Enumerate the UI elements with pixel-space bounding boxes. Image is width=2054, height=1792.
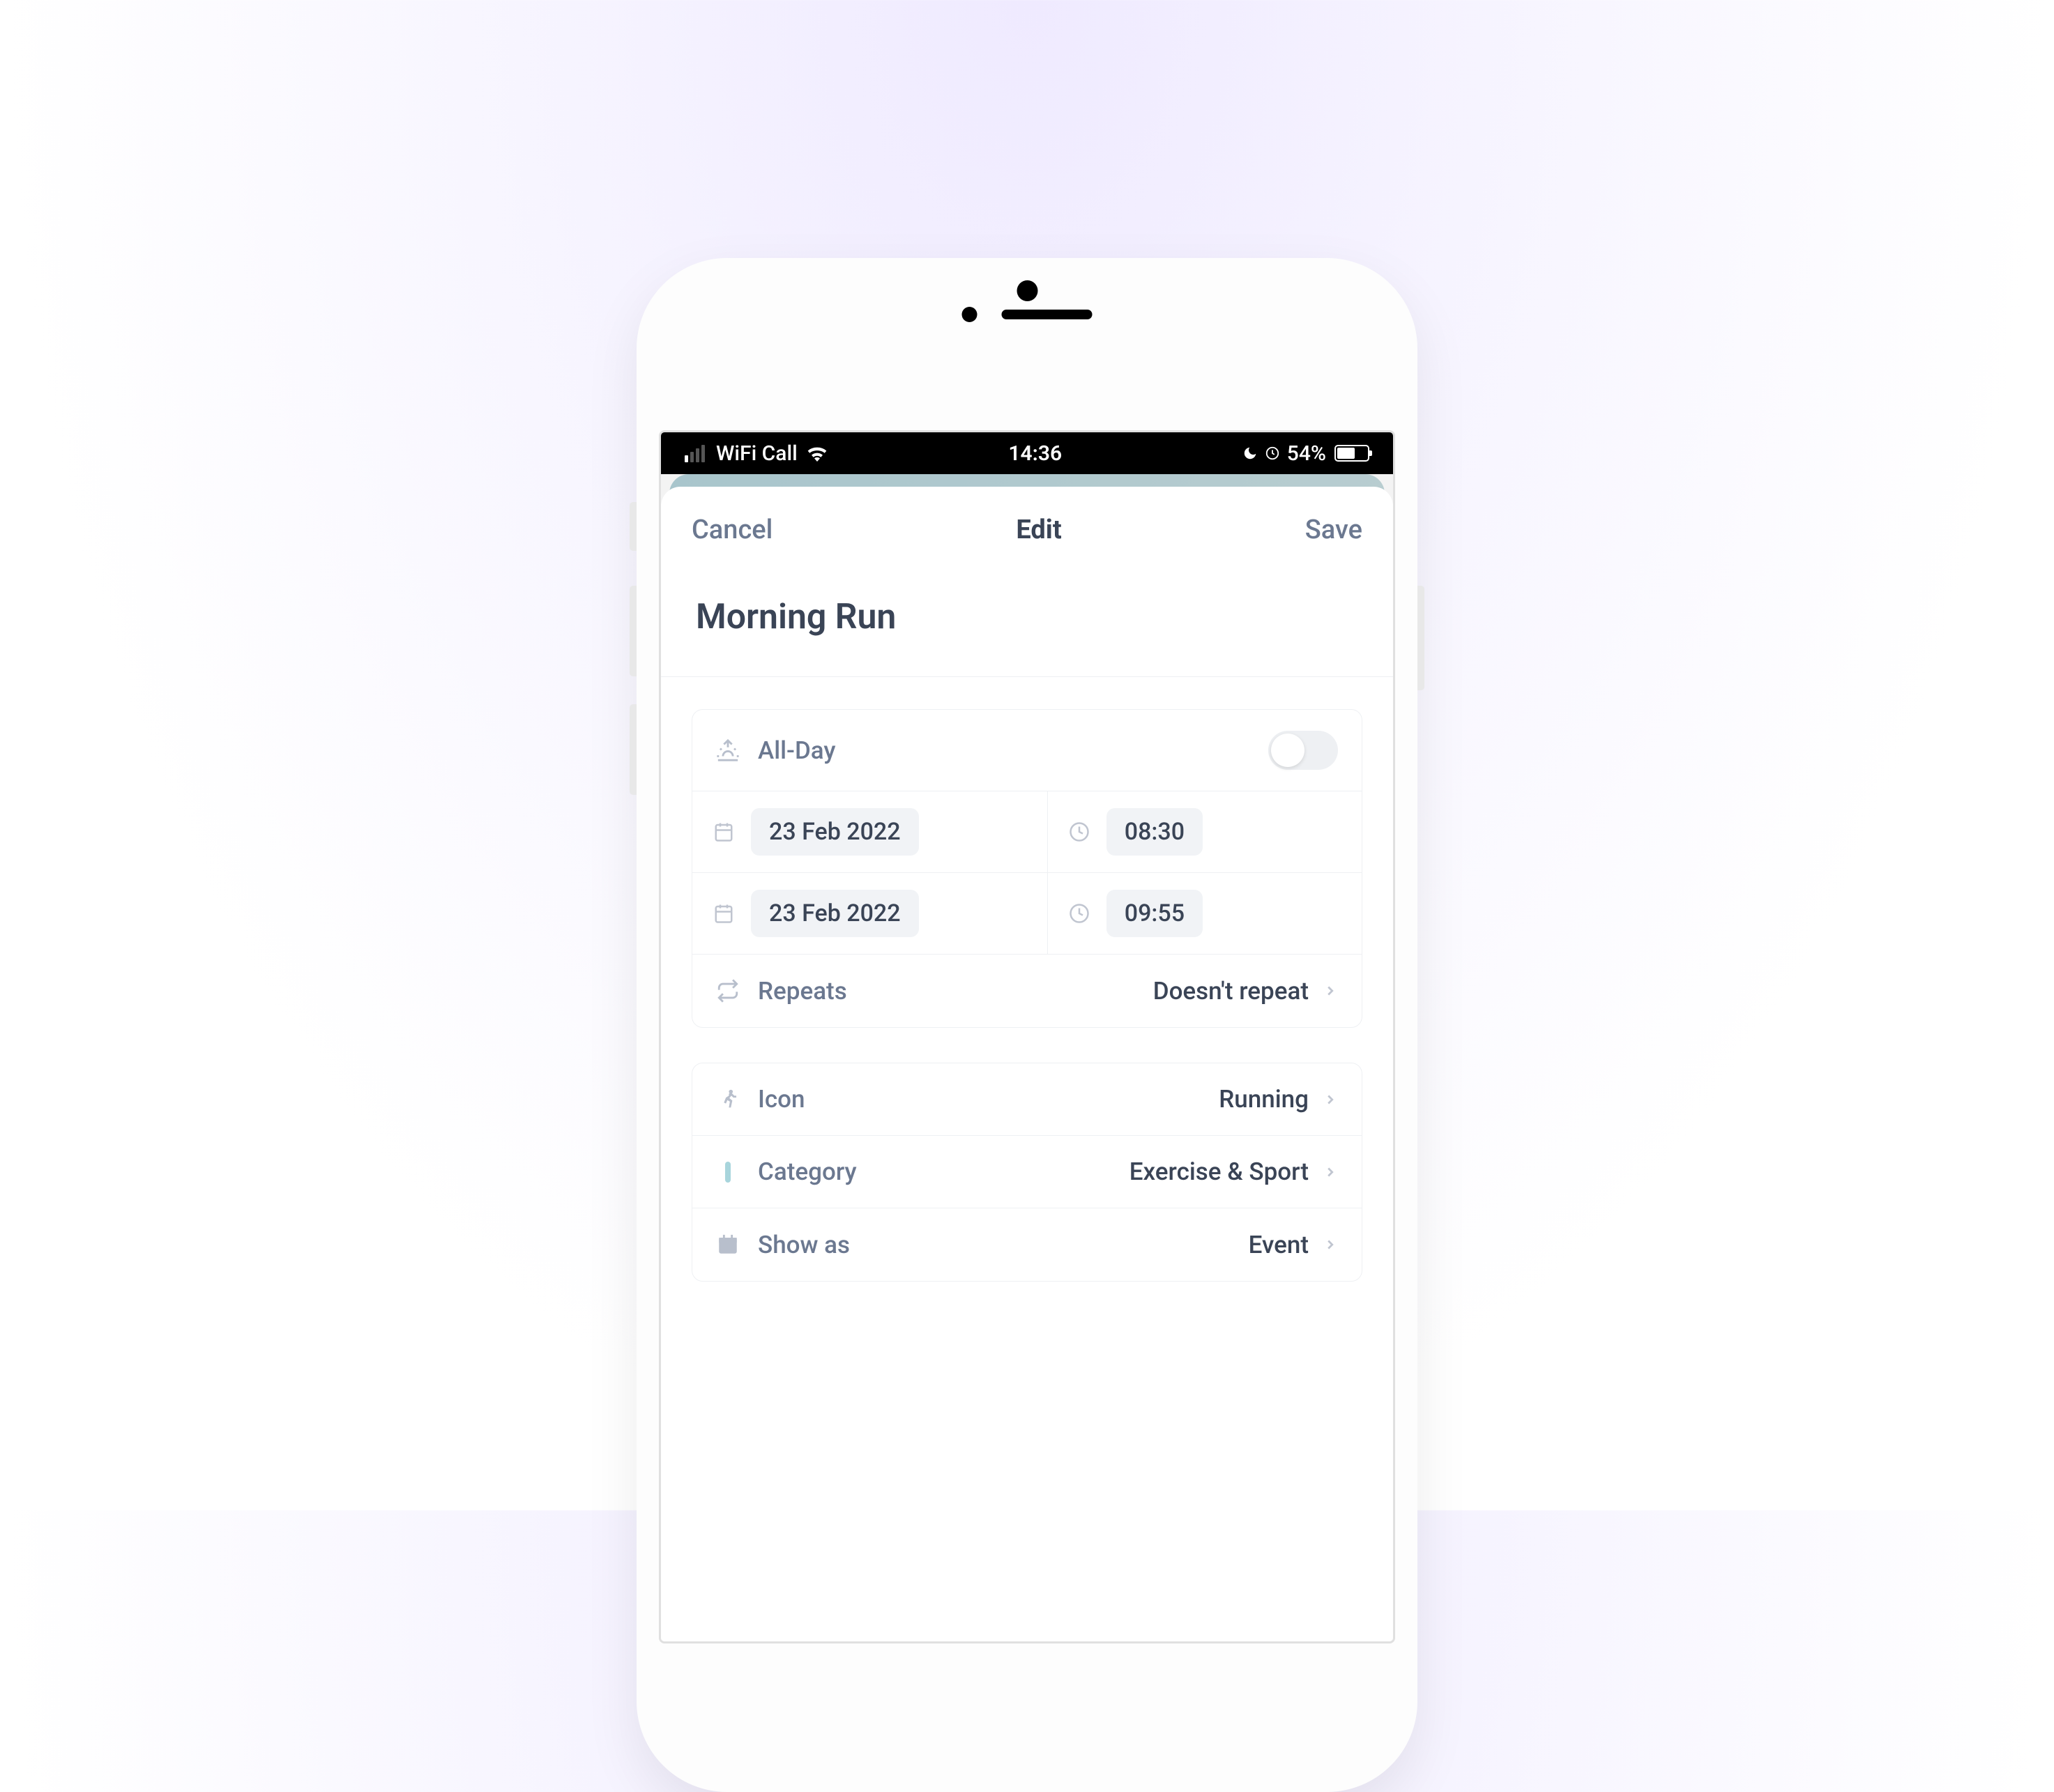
icon-row[interactable]: Icon Running	[692, 1063, 1362, 1136]
edit-event-modal: Cancel Edit Save Morning Run All-Day	[661, 487, 1393, 1641]
phone-volume-up	[630, 586, 637, 676]
start-time-cell[interactable]: 08:30	[1048, 791, 1362, 872]
chevron-right-icon	[1323, 1164, 1338, 1180]
category-label: Category	[758, 1157, 1129, 1186]
category-color-icon	[716, 1160, 740, 1184]
repeats-value: Doesn't repeat	[1153, 977, 1309, 1005]
moon-icon	[1242, 446, 1258, 461]
phone-mockup: WiFi Call 14:36 54%	[637, 258, 1417, 1792]
chevron-right-icon	[1323, 1092, 1338, 1107]
calendar-icon	[713, 903, 734, 924]
running-icon	[716, 1088, 740, 1111]
phone-mute-switch	[630, 502, 637, 551]
phone-sensor-cluster	[962, 307, 1093, 322]
calendar-event-icon	[716, 1233, 740, 1256]
modal-title: Edit	[1016, 515, 1061, 545]
icon-value: Running	[1219, 1085, 1309, 1114]
front-camera-icon	[1017, 280, 1037, 301]
status-bar: WiFi Call 14:36 54%	[661, 432, 1393, 474]
chevron-right-icon	[1323, 1237, 1338, 1252]
battery-percent: 54%	[1287, 441, 1326, 466]
proximity-sensor-icon	[962, 307, 977, 322]
details-section: Icon Running Category Exercise & Sport	[692, 1063, 1362, 1282]
category-value: Exercise & Sport	[1129, 1157, 1309, 1186]
status-time: 14:36	[1008, 441, 1062, 466]
clock-icon	[1069, 903, 1090, 924]
start-date-cell[interactable]: 23 Feb 2022	[692, 791, 1048, 872]
divider	[661, 676, 1393, 677]
sunrise-icon	[716, 738, 740, 762]
showas-label: Show as	[758, 1231, 1249, 1259]
event-title-input[interactable]: Morning Run	[661, 568, 1393, 676]
showas-value: Event	[1249, 1231, 1309, 1259]
end-date-cell[interactable]: 23 Feb 2022	[692, 873, 1048, 954]
rotation-lock-icon	[1265, 446, 1280, 461]
earpiece-speaker	[1002, 310, 1093, 319]
end-time-value: 09:55	[1106, 890, 1203, 937]
phone-screen: WiFi Call 14:36 54%	[659, 430, 1395, 1643]
save-button[interactable]: Save	[1305, 515, 1362, 545]
battery-icon	[1334, 445, 1369, 462]
allday-toggle[interactable]	[1268, 731, 1338, 770]
carrier-label: WiFi Call	[716, 441, 798, 466]
icon-label: Icon	[758, 1085, 1219, 1114]
start-date-value: 23 Feb 2022	[751, 808, 919, 856]
end-date-value: 23 Feb 2022	[751, 890, 919, 937]
start-datetime-row: 23 Feb 2022 08:30	[692, 791, 1362, 873]
allday-label: All-Day	[758, 736, 1268, 765]
start-time-value: 08:30	[1106, 808, 1203, 856]
cellular-signal-icon	[685, 445, 705, 462]
showas-row[interactable]: Show as Event	[692, 1208, 1362, 1281]
datetime-section: All-Day 23 Feb 2022	[692, 709, 1362, 1028]
clock-icon	[1069, 821, 1090, 842]
end-time-cell[interactable]: 09:55	[1048, 873, 1362, 954]
repeats-label: Repeats	[758, 977, 1153, 1005]
phone-volume-down	[630, 704, 637, 795]
calendar-icon	[713, 821, 734, 842]
modal-header: Cancel Edit Save	[661, 487, 1393, 568]
repeat-icon	[716, 979, 740, 1003]
repeats-row[interactable]: Repeats Doesn't repeat	[692, 955, 1362, 1027]
category-row[interactable]: Category Exercise & Sport	[692, 1136, 1362, 1208]
phone-power-button	[1417, 586, 1424, 690]
allday-row: All-Day	[692, 710, 1362, 791]
chevron-right-icon	[1323, 983, 1338, 998]
end-datetime-row: 23 Feb 2022 09:55	[692, 873, 1362, 955]
cancel-button[interactable]: Cancel	[692, 515, 773, 545]
wifi-icon	[806, 445, 828, 462]
